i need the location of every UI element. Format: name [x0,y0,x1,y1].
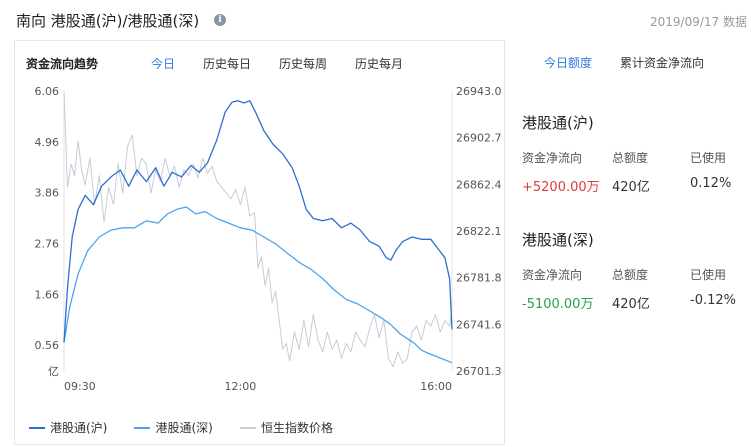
hu-header-used: 已使用 [690,151,727,165]
hu-total-value: 420亿 [612,180,650,195]
y-left-tick-label: 0.56 [35,339,60,352]
y-left-tick-label: 3.86 [35,187,60,200]
y-right-tick-label: 26741.6 [456,318,502,331]
info-icon[interactable]: i [214,14,226,26]
hu-header-total: 总额度 [612,151,649,165]
y-left-tick-label: 1.66 [35,288,60,301]
hu-netflow-value: +5200.00万 [522,180,600,195]
legend-swatch-shen [134,426,151,429]
y-right-tick-label: 26943.0 [456,85,502,98]
x-tick-label: 16:00 [420,380,452,393]
shen-total-value: 420亿 [612,297,650,312]
series-line-shen [63,206,453,364]
tab-today-quota[interactable]: 今日额度 [544,54,592,71]
hu-header-netflow: 资金净流向 [522,151,583,165]
tab-cumulative-flow[interactable]: 累计资金净流向 [620,54,704,71]
legend-shen[interactable]: 港股通(深) [134,419,213,436]
legend-label-shen: 港股通(深) [155,421,213,435]
chart-legend: 港股通(沪) 港股通(深) 恒生指数价格 [29,417,355,437]
x-tick-label: 12:00 [225,380,257,393]
section-title-shen: 港股通(深) [522,231,594,249]
y-right-tick-label: 26902.7 [456,132,502,145]
y-right-tick-label: 26822.1 [456,225,502,238]
section-title-hu: 港股通(沪) [522,114,594,132]
series-line-hsi [63,90,453,368]
quota-panel: 今日额度 累计资金净流向 港股通(沪) 资金净流向 总额度 已使用 +5200.… [506,40,751,340]
y-left-unit-label: 亿 [48,365,59,378]
y-left-tick-label: 2.76 [35,237,60,250]
legend-swatch-hu [29,426,45,429]
legend-label-hsi: 恒生指数价格 [260,421,333,435]
fund-flow-chart-panel: 资金流向趋势 今日 历史每日 历史每周 历史每月 6.06 4.96 3.86 2.7… [14,40,505,445]
legend-label-hu: 港股通(沪) [50,421,108,435]
shen-header-netflow: 资金净流向 [522,268,583,282]
y-right-tick-label: 26781.8 [456,272,502,285]
fund-flow-line-chart: 6.06 4.96 3.86 2.76 1.66 0.56 亿 26943.0 26902.7 2… [35,85,502,393]
shen-used-value: -0.12% [690,293,736,308]
shen-netflow-value: -5100.00万 [522,297,594,312]
legend-hsi[interactable]: 恒生指数价格 [239,419,333,436]
y-right-tick-label: 26701.3 [456,365,502,378]
x-tick-label: 09:30 [64,380,96,393]
series-line-hu [63,100,453,343]
y-left-tick-label: 6.06 [35,85,60,98]
shen-header-used: 已使用 [690,268,727,282]
data-date: 2019/09/17 数据 [650,15,747,29]
legend-swatch-hsi [239,426,256,429]
hu-used-value: 0.12% [690,176,732,191]
y-right-tick-label: 26862.4 [456,178,502,191]
y-left-tick-label: 4.96 [35,136,60,149]
page-header: 南向 港股通(沪)/港股通(深) i 2019/09/17 数据 [0,0,751,40]
shen-header-total: 总额度 [612,268,649,282]
legend-hu[interactable]: 港股通(沪) [29,419,107,436]
page-title: 南向 港股通(沪)/港股通(深) [16,12,200,30]
